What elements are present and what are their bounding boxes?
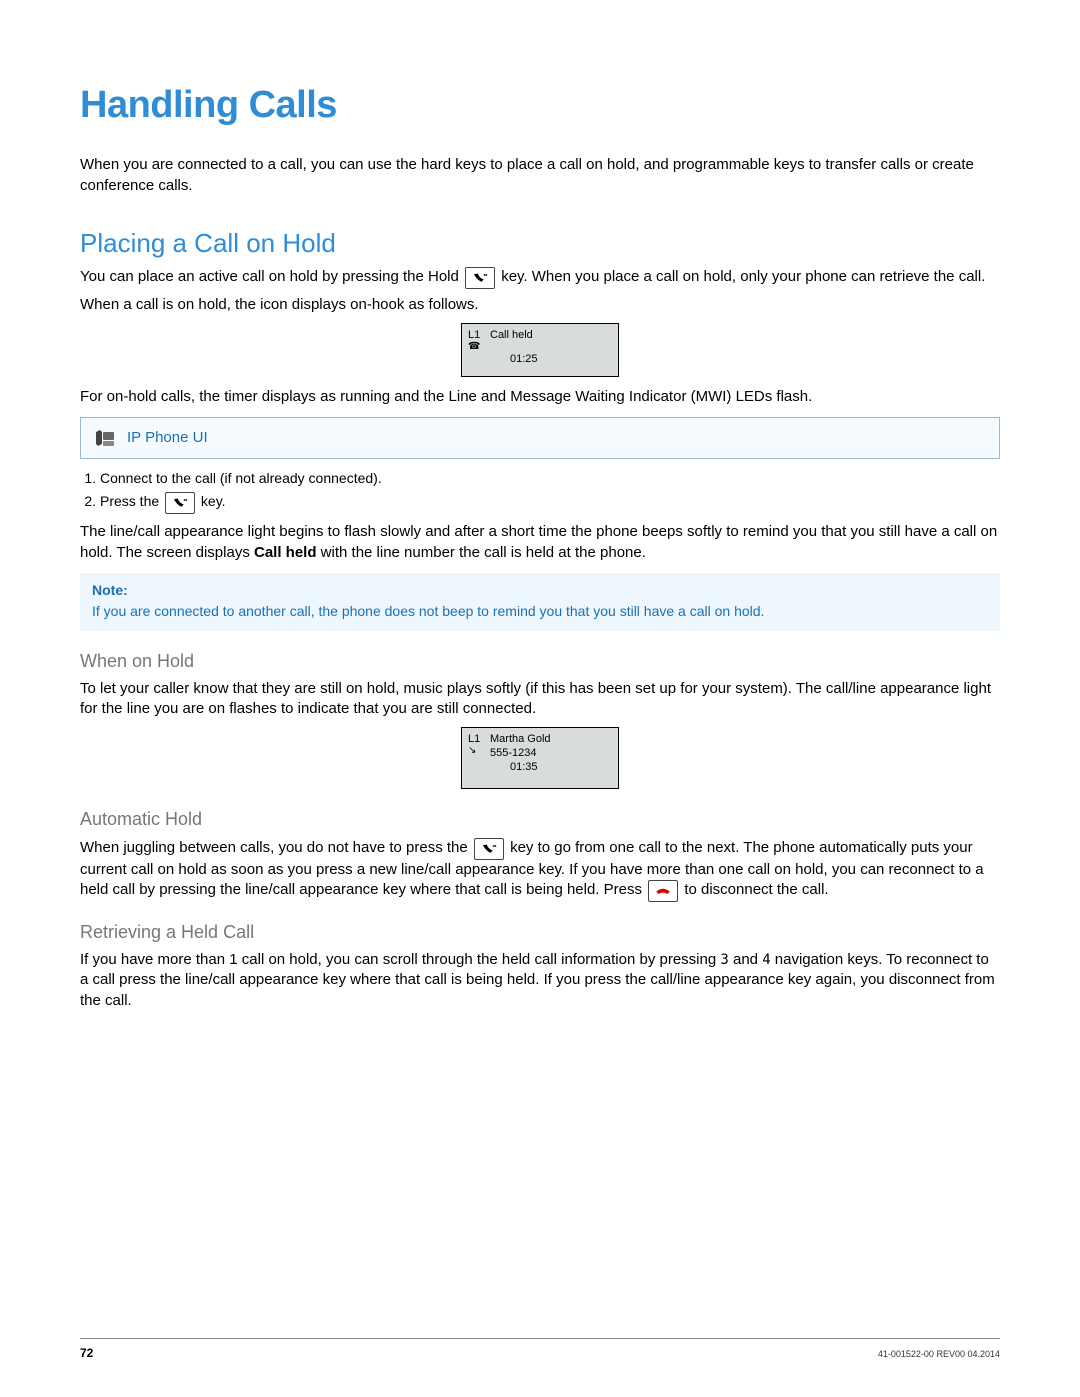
lcd-timer: 01:35 (468, 760, 612, 774)
mwi-text: For on-hold calls, the timer displays as… (80, 387, 1000, 407)
phone-on-hook-icon: ☎ (468, 342, 612, 352)
section-placing-call-on-hold: Placing a Call on Hold (80, 226, 1000, 261)
automatic-hold-text: When juggling between calls, you do not … (80, 838, 1000, 902)
retrieving-text: If you have more than 1 call on hold, yo… (80, 950, 1000, 1011)
nav-key-4: 4 (762, 952, 770, 968)
text: and (729, 951, 762, 968)
call-held-bold: Call held (254, 544, 317, 561)
lcd-name: Martha Gold (490, 732, 551, 746)
lcd-timer: 01:25 (468, 352, 612, 366)
sub-retrieving-held-call: Retrieving a Held Call (80, 920, 1000, 944)
step-text: key. (201, 493, 226, 509)
note-text: If you are connected to another call, th… (92, 602, 988, 621)
intro-paragraph: When you are connected to a call, you ca… (80, 155, 1000, 196)
hold-key-icon (165, 492, 195, 514)
lcd-label: Call held (490, 328, 533, 342)
page-title: Handling Calls (80, 80, 1000, 131)
text: If you have more than 1 call on hold, yo… (80, 951, 720, 968)
hold-key-icon (474, 838, 504, 860)
document-page: Handling Calls When you are connected to… (0, 0, 1080, 1397)
step-text: Press the (100, 493, 163, 509)
note-box: Note: If you are connected to another ca… (80, 573, 1000, 631)
hold-intro-paragraph: You can place an active call on hold by … (80, 267, 1000, 289)
phone-off-hook-icon: ↘ (468, 746, 490, 760)
step-text: Connect to the call (if not already conn… (100, 470, 382, 486)
text: When juggling between calls, you do not … (80, 839, 472, 856)
lcd-martha: L1 Martha Gold ↘ 555-1234 01:35 (461, 727, 619, 789)
page-footer: 72 41-001522-00 REV00 04.2014 (80, 1338, 1000, 1361)
note-title: Note: (92, 581, 988, 600)
sub-when-on-hold: When on Hold (80, 649, 1000, 673)
page-number: 72 (80, 1345, 93, 1361)
flash-paragraph: The line/call appearance light begins to… (80, 522, 1000, 563)
text: You can place an active call on hold by … (80, 268, 463, 285)
desk-phone-icon (93, 426, 117, 450)
hold-key-icon (465, 267, 495, 289)
when-on-hold-text: To let your caller know that they are st… (80, 679, 1000, 720)
lcd-number: 555-1234 (490, 746, 537, 760)
lcd-line: L1 (468, 328, 490, 342)
lcd-call-held: L1 Call held ☎ 01:25 (461, 323, 619, 377)
text: to disconnect the call. (684, 881, 828, 898)
hangup-key-icon (648, 880, 678, 902)
ip-phone-ui-label: IP Phone UI (127, 428, 208, 448)
ip-phone-ui-box: IP Phone UI (80, 417, 1000, 459)
step-2: Press the key. (100, 492, 1000, 514)
nav-key-3: 3 (720, 952, 728, 968)
on-hook-text: When a call is on hold, the icon display… (80, 295, 1000, 315)
step-1: Connect to the call (if not already conn… (100, 469, 1000, 488)
sub-automatic-hold: Automatic Hold (80, 807, 1000, 831)
revision-text: 41-001522-00 REV00 04.2014 (878, 1348, 1000, 1360)
text: key. When you place a call on hold, only… (501, 268, 985, 285)
lcd-line: L1 (468, 732, 490, 746)
steps-list: Connect to the call (if not already conn… (80, 469, 1000, 514)
text: with the line number the call is held at… (317, 544, 646, 561)
